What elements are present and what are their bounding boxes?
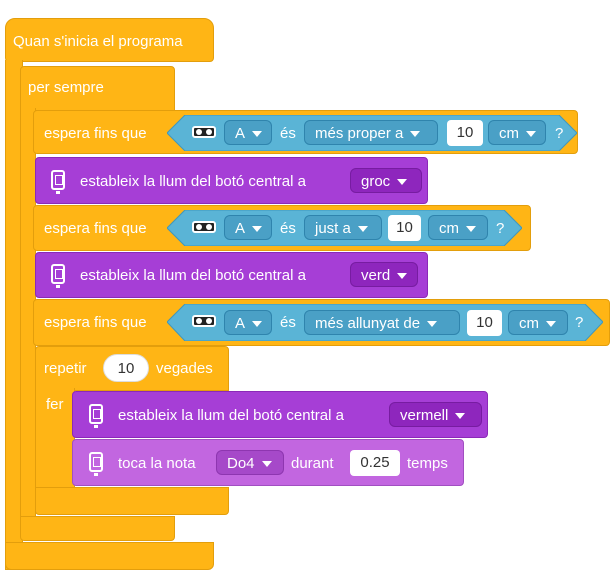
question-mark-1: ? [555,125,564,142]
beats-label: temps [407,455,448,472]
note-dropdown[interactable]: Do4 [216,450,284,475]
port-value-2: A [235,220,246,237]
distance-sensor-icon [192,315,216,327]
hub-icon [51,170,65,194]
unit-value-3: cm [519,315,539,332]
hub-icon [89,452,103,476]
unit-dropdown-2[interactable]: cm [428,215,488,240]
hub-icon [89,404,103,428]
is-label-2: és [280,220,296,237]
during-label: durant [291,455,334,472]
wait-until-label-1: espera fins que [44,125,147,142]
wait-until-label-3: espera fins que [44,314,147,331]
question-mark-2: ? [496,220,505,237]
repeat-label: repetir [44,360,87,377]
question-mark-3: ? [575,314,584,331]
forever-footer [20,516,175,541]
comparison-dropdown-3[interactable]: més allunyat de [304,310,460,335]
port-value-1: A [235,125,246,142]
is-label-1: és [280,125,296,142]
forever-label: per sempre [28,79,104,96]
play-note-label: toca la nota [118,455,196,472]
comparison-value-3: més allunyat de [315,315,421,332]
distance-sensor-icon [192,221,216,233]
port-dropdown-2[interactable]: A [224,215,272,240]
set-light-label-3: estableix la llum del botó central a [118,407,344,424]
light-color-dropdown-2[interactable]: verd [350,262,418,287]
unit-dropdown-3[interactable]: cm [508,310,568,335]
distance-sensor-icon [192,126,216,138]
light-color-dropdown-3[interactable]: vermell [389,402,482,427]
comparison-value-1: més proper a [315,125,404,142]
light-color-dropdown-1[interactable]: groc [350,168,422,193]
unit-dropdown-1[interactable]: cm [488,120,546,145]
repeat-do-label: fer [46,396,64,413]
comparison-dropdown-1[interactable]: més proper a [304,120,438,145]
duration-input[interactable]: 0.25 [350,450,400,476]
set-light-label-2: estableix la llum del botó central a [80,267,306,284]
unit-value-2: cm [439,220,459,237]
port-dropdown-1[interactable]: A [224,120,272,145]
comparison-value-2: just a [315,220,351,237]
hub-icon [51,264,65,288]
set-light-label-1: estableix la llum del botó central a [80,173,306,190]
light-color-value-2: verd [361,267,391,284]
distance-input-1[interactable]: 10 [447,120,483,146]
repeat-footer [35,487,229,515]
comparison-dropdown-2[interactable]: just a [304,215,382,240]
note-value: Do4 [227,455,255,472]
port-dropdown-3[interactable]: A [224,310,272,335]
distance-input-3[interactable]: 10 [467,310,502,336]
is-label-3: és [280,314,296,331]
repeat-count-input[interactable]: 10 [103,354,149,382]
repeat-times-label: vegades [156,360,213,377]
distance-input-2[interactable]: 10 [388,215,421,241]
wait-until-label-2: espera fins que [44,220,147,237]
program-stack-footer [5,542,214,570]
port-value-3: A [235,315,246,332]
start-hat-label: Quan s'inicia el programa [13,33,183,50]
light-color-value-1: groc [361,173,391,190]
light-color-value-3: vermell [400,407,449,424]
unit-value-1: cm [499,125,519,142]
